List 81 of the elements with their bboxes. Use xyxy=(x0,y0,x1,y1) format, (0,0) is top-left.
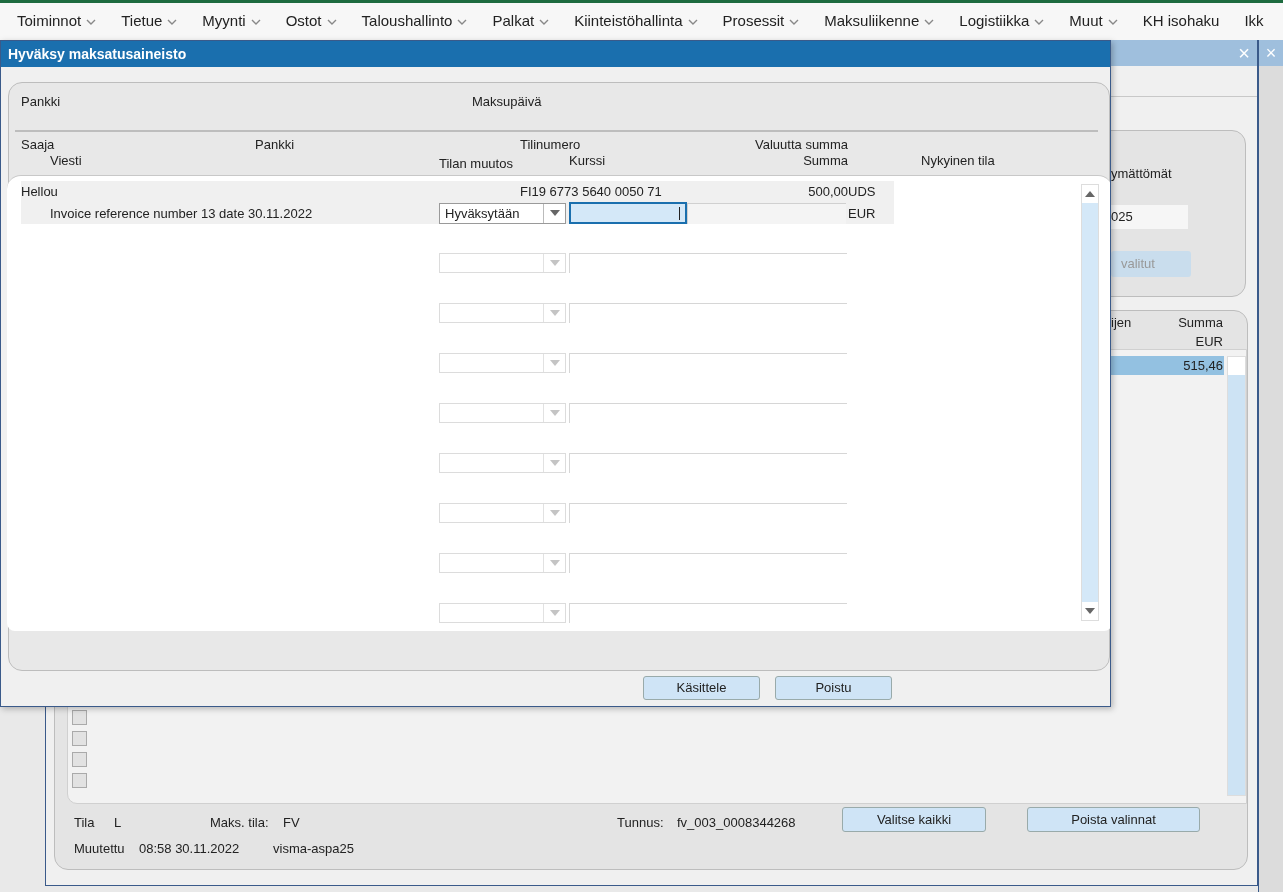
button[interactable]: Käsittele xyxy=(643,676,760,700)
menu-item[interactable]: Tietue xyxy=(121,10,178,33)
table-row[interactable]: 515,46 xyxy=(1111,356,1224,375)
label-text: FV xyxy=(283,814,300,832)
button[interactable]: Poistu xyxy=(775,676,892,700)
chevron-down-icon xyxy=(167,18,178,25)
caret-down-icon xyxy=(549,560,560,566)
chevron-down-icon xyxy=(1034,18,1045,25)
table-cell-text: Invoice reference number 13 date 30.11.2022 xyxy=(50,204,314,223)
column-header: ijen xyxy=(1111,314,1132,332)
menu-item[interactable]: KH isohaku xyxy=(1142,10,1220,33)
menu-item[interactable]: Prosessit xyxy=(722,10,800,33)
label-text: visma-aspa25 xyxy=(273,840,354,858)
text-cursor-icon xyxy=(679,206,680,220)
checkbox[interactable] xyxy=(72,710,87,725)
button[interactable]: Valitse kaikki xyxy=(842,807,986,832)
menu-item[interactable]: Toiminnot xyxy=(17,10,97,33)
chevron-down-icon xyxy=(539,18,550,25)
column-header: Tilan muutos xyxy=(439,156,514,173)
menu-item[interactable]: Logistiikka xyxy=(959,10,1045,33)
chevron-down-icon xyxy=(250,18,261,25)
menu-item[interactable]: Taloushallinto xyxy=(361,10,468,33)
column-header: Valuutta summa xyxy=(754,137,848,153)
label-text: L xyxy=(114,814,122,832)
table-cell-text: UDS xyxy=(848,183,877,201)
menu-item[interactable]: Maksuliikenne xyxy=(824,10,935,33)
chevron-down-icon xyxy=(687,18,698,25)
table-cell-text: 500,00 xyxy=(807,183,848,201)
dropdown[interactable]: Hyväksytään xyxy=(439,202,566,224)
caret-down-icon xyxy=(549,210,560,216)
checkbox[interactable] xyxy=(72,752,87,767)
scroll-up-icon xyxy=(1085,191,1095,197)
chevron-down-icon xyxy=(1107,18,1118,25)
scrollbar[interactable] xyxy=(1081,184,1099,621)
column-header: Saaja xyxy=(21,137,56,153)
field-label: Maksupäivä xyxy=(472,93,542,111)
column-header: Nykyinen tila xyxy=(921,153,995,170)
window-title: Hyväksy maksatusaineisto xyxy=(8,44,187,64)
label-text: 08:58 30.11.2022 xyxy=(139,840,240,858)
column-header: Summa xyxy=(1177,314,1223,332)
table-cell-text: EUR xyxy=(848,204,877,223)
menu-item[interactable]: Ikk xyxy=(1244,10,1264,33)
caret-down-icon xyxy=(549,310,560,316)
menu-item[interactable]: Kiinteistöhallinta xyxy=(574,10,698,33)
label-text: Maks. tila: xyxy=(210,814,269,832)
caret-down-icon xyxy=(549,360,560,366)
field-label: Pankki xyxy=(21,93,62,111)
checkbox[interactable] xyxy=(72,731,87,746)
column-header: Kurssi xyxy=(569,153,607,170)
label-text: Tunnus: xyxy=(617,814,664,832)
menu-item[interactable]: Palkat xyxy=(492,10,550,33)
caret-down-icon xyxy=(549,260,560,266)
label-text: Tila xyxy=(74,814,95,832)
table-cell-text: Hellou xyxy=(21,183,59,201)
menu-item[interactable]: Myynti xyxy=(202,10,261,33)
input-field[interactable]: 025 xyxy=(1111,205,1188,229)
checkbox[interactable] xyxy=(72,773,87,788)
column-header: Summa xyxy=(802,153,848,170)
caret-down-icon xyxy=(549,460,560,466)
column-header: Pankki xyxy=(255,137,296,153)
field-label: ymättömät xyxy=(1111,165,1173,183)
table-cell-text: FI19 6773 5640 0050 71 xyxy=(520,183,663,201)
column-header: Tilinumero xyxy=(520,137,582,153)
column-header: Viesti xyxy=(50,153,83,170)
input-field[interactable] xyxy=(569,202,687,224)
button[interactable]: Poista valinnat xyxy=(1027,807,1200,832)
menu-item[interactable]: Muut xyxy=(1069,10,1118,33)
menu-item[interactable]: Ostot xyxy=(285,10,337,33)
chevron-down-icon xyxy=(326,18,337,25)
scrollbar[interactable] xyxy=(1227,356,1246,796)
caret-down-icon xyxy=(549,510,560,516)
caret-down-icon xyxy=(549,410,560,416)
scroll-down-icon xyxy=(1085,608,1095,614)
label-text: Muutettu xyxy=(74,840,125,858)
caret-down-icon xyxy=(549,610,560,616)
label-text: fv_003_0008344268 xyxy=(677,814,796,832)
column-header: EUR xyxy=(1194,333,1223,351)
chevron-down-icon xyxy=(789,18,800,25)
chevron-down-icon xyxy=(924,18,935,25)
chevron-down-icon xyxy=(86,18,97,25)
chevron-down-icon xyxy=(457,18,468,25)
